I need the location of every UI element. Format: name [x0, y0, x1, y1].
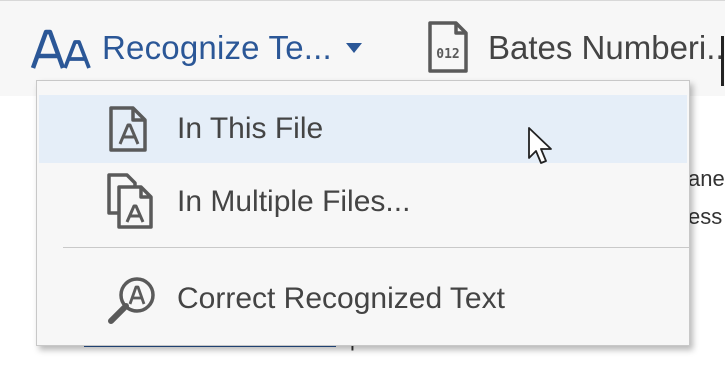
menu-item-in-multiple-files[interactable]: In Multiple Files...	[39, 167, 687, 237]
menu-item-correct-recognized-text[interactable]: Correct Recognized Text	[39, 265, 687, 333]
menu-divider	[63, 247, 689, 248]
multiple-files-text-icon	[107, 173, 153, 229]
bates-number-icon: 012	[428, 21, 468, 73]
recognize-text-label: Recognize Te...	[102, 29, 332, 66]
bates-numbering-label: Bates Numberi...	[488, 29, 725, 66]
bates-icon-text: 012	[436, 47, 459, 62]
font-aa-icon	[30, 29, 91, 69]
recognize-text-button[interactable]: Recognize Te...	[30, 19, 362, 77]
document-text-fragment: ane	[688, 166, 725, 191]
menu-item-in-this-file[interactable]: In This File	[39, 95, 687, 163]
menu-item-label: In This File	[177, 112, 324, 145]
recognize-text-dropdown-menu: In This File In Multiple Files... Correc…	[36, 80, 690, 346]
menu-item-label: In Multiple Files...	[177, 185, 411, 218]
chevron-down-icon[interactable]	[345, 43, 362, 53]
single-file-text-icon	[109, 106, 147, 152]
bates-numbering-button[interactable]: 012 Bates Numberi...	[426, 19, 725, 77]
menu-item-label: Correct Recognized Text	[177, 282, 505, 315]
mouse-pointer-icon	[528, 127, 552, 164]
toolbar-edge	[721, 36, 724, 86]
magnifier-text-icon	[108, 277, 155, 324]
document-text-fragment: ess	[688, 204, 723, 229]
